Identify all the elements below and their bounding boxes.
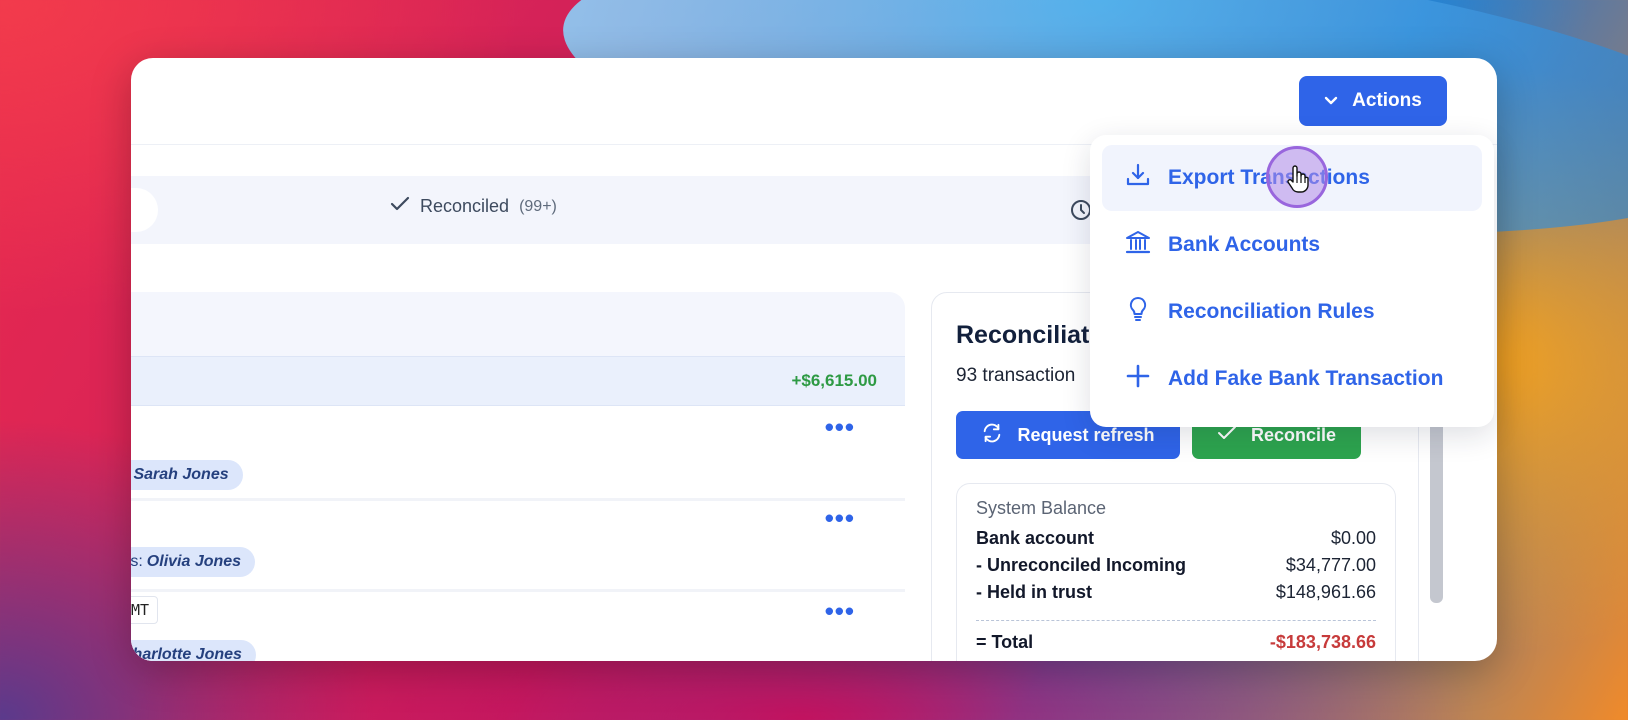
actions-button[interactable]: Actions	[1299, 76, 1447, 126]
group-total-amount: +$6,615.00	[131, 356, 905, 406]
check-icon	[390, 196, 410, 217]
check-icon	[1217, 425, 1237, 446]
request-refresh-label: Request refresh	[1017, 424, 1155, 445]
reconciliation-subtitle: 93 transaction	[956, 365, 1076, 386]
table-row[interactable]: YMT ••• Charlotte Jones	[131, 592, 905, 661]
client-name: Olivia Jones	[146, 553, 242, 570]
reconciliation-title: Reconciliat	[956, 321, 1090, 349]
client-tag-prefix: nts:	[131, 553, 143, 570]
table-row[interactable]: ••• nts: Olivia Jones	[131, 501, 905, 592]
transactions-list-header	[131, 292, 905, 356]
actions-button-label: Actions	[1352, 90, 1422, 111]
balance-value: $148,961.66	[1275, 582, 1376, 602]
status-filter-bar: Reconciled (99+)	[131, 176, 1151, 244]
filter-tab-reconciled[interactable]: Reconciled (99+)	[390, 196, 557, 217]
download-icon	[1124, 161, 1152, 195]
client-name: Sarah Jones	[133, 466, 229, 483]
more-options-icon[interactable]: •••	[825, 414, 855, 440]
balance-row: - Unreconciled Incoming $34,777.00	[976, 555, 1376, 576]
balance-row: Bank account $0.00	[976, 528, 1376, 549]
balance-row: - Held in trust $148,961.66	[976, 582, 1376, 603]
menu-item-label: Bank Accounts	[1168, 233, 1321, 256]
system-balance-card: System Balance Bank account $0.00 - Unre…	[956, 483, 1396, 661]
balance-total-row: = Total -$183,738.66	[976, 632, 1376, 653]
client-tag: Charlotte Jones	[131, 640, 256, 661]
more-options-icon[interactable]: •••	[825, 598, 855, 624]
balance-divider	[976, 620, 1376, 621]
menu-item-label: Add Fake Bank Transaction	[1168, 367, 1444, 390]
balance-value: $34,777.00	[1285, 555, 1376, 575]
balance-label: - Held in trust	[976, 582, 1092, 602]
refresh-icon	[981, 422, 1003, 449]
plus-icon	[1124, 362, 1152, 396]
hand-pointer-icon	[1286, 164, 1310, 199]
reference-tag: YMT	[131, 596, 159, 624]
scrollbar-thumb[interactable]	[1430, 404, 1443, 603]
balance-total-label: = Total	[976, 632, 1034, 652]
system-balance-title: System Balance	[976, 498, 1107, 518]
balance-label: - Unreconciled Incoming	[976, 555, 1187, 575]
client-name: Charlotte Jones	[131, 646, 242, 661]
balance-value: $0.00	[1330, 528, 1376, 548]
client-tag: nts: Olivia Jones	[131, 547, 256, 577]
transactions-list: +$6,615.00 ••• s: Sarah Jones ••• nts: O…	[131, 292, 905, 661]
table-row[interactable]: ••• s: Sarah Jones	[131, 406, 905, 501]
lightbulb-icon	[1124, 295, 1152, 329]
balance-total-value: -$183,738.66	[1269, 632, 1376, 652]
chevron-down-icon	[1324, 90, 1338, 112]
menu-item-bank-accounts[interactable]: Bank Accounts	[1102, 212, 1482, 278]
balance-label: Bank account	[976, 528, 1095, 548]
menu-item-add-fake-bank-transaction[interactable]: Add Fake Bank Transaction	[1102, 346, 1482, 412]
filter-tab-active[interactable]	[131, 188, 158, 232]
more-options-icon[interactable]: •••	[825, 505, 855, 531]
top-bar: Actions	[131, 58, 1497, 145]
filter-tab-label: Reconciled	[420, 196, 510, 216]
reconcile-label: Reconcile	[1250, 424, 1337, 445]
menu-item-reconciliation-rules[interactable]: Reconciliation Rules	[1102, 279, 1482, 345]
menu-item-label: Reconciliation Rules	[1168, 300, 1375, 323]
bank-icon	[1124, 228, 1152, 262]
client-tag: s: Sarah Jones	[131, 460, 243, 490]
filter-tab-count: (99+)	[519, 197, 557, 215]
